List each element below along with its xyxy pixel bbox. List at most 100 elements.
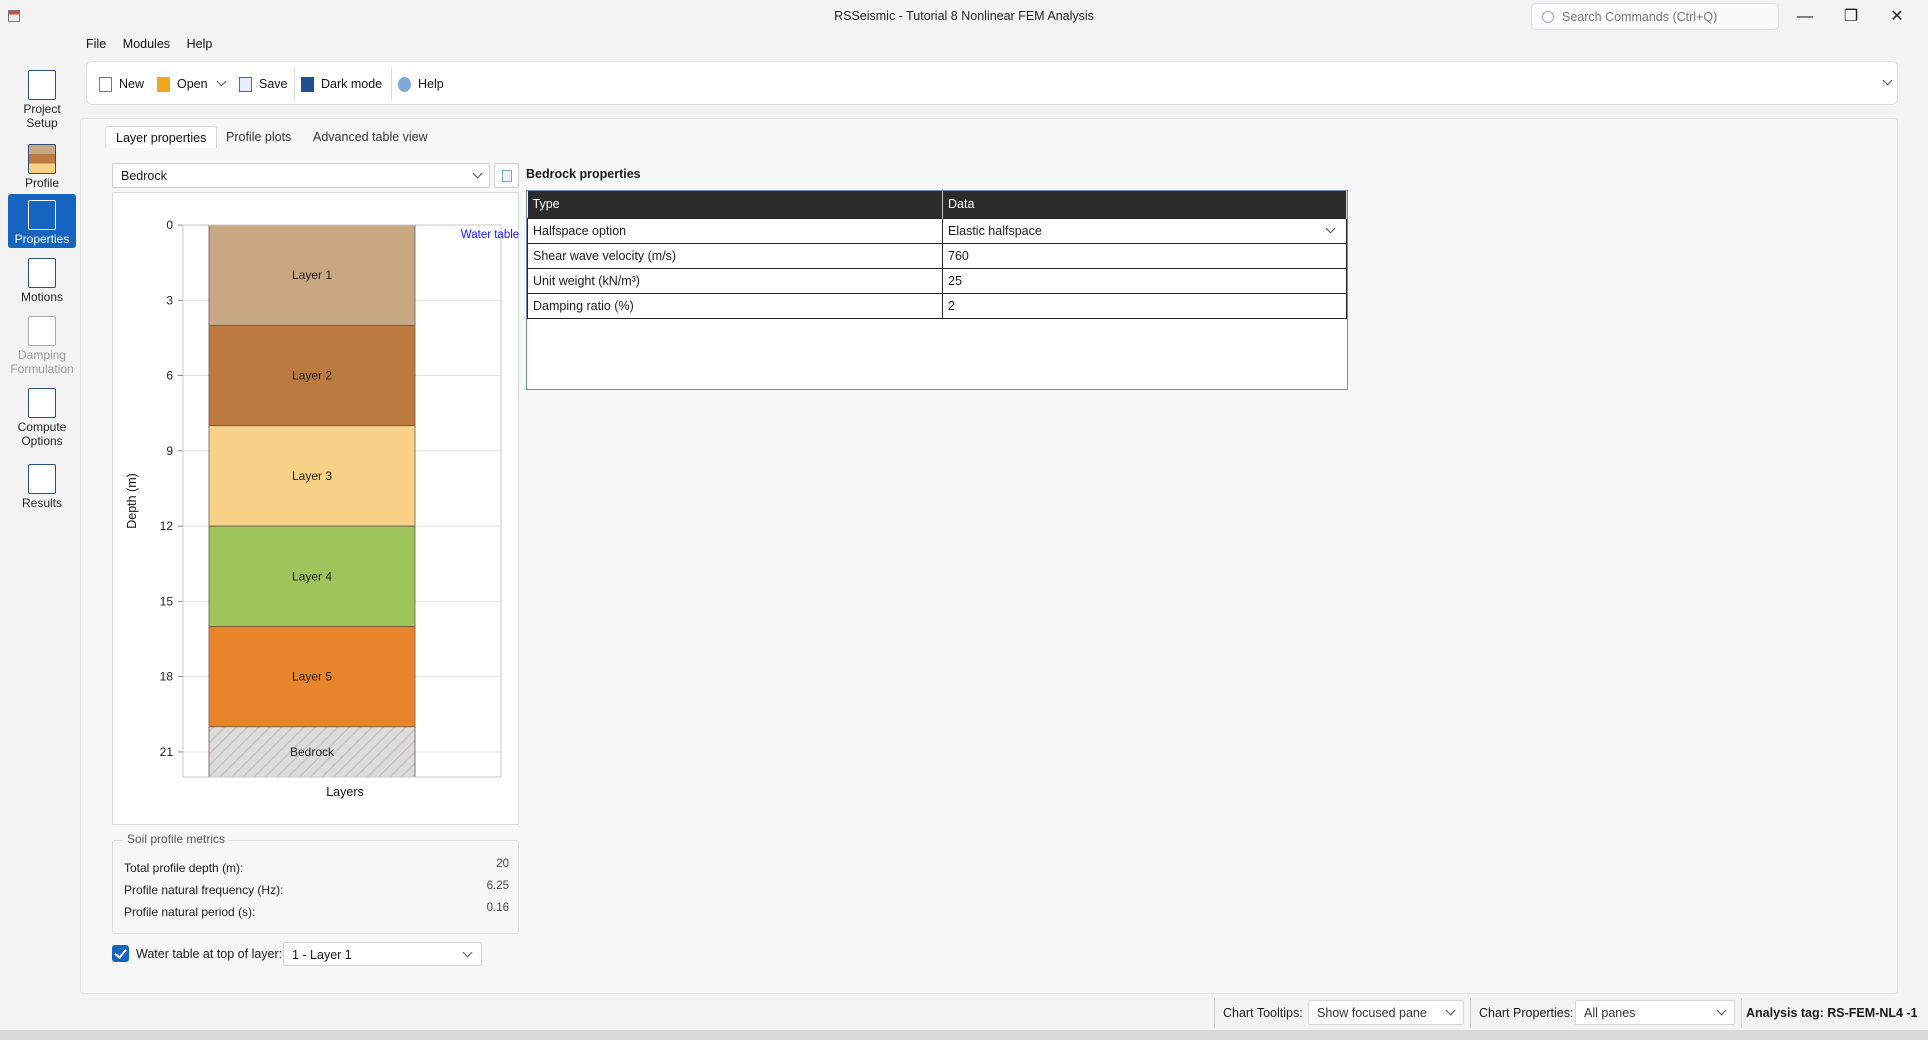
metric-natural-period: Profile natural period (s): 0.16: [124, 902, 509, 919]
chart-tooltips-label: Chart Tooltips:: [1223, 1006, 1303, 1020]
save-button[interactable]: Save: [239, 74, 288, 94]
status-separator: [1214, 998, 1215, 1028]
tab-advanced-table-view[interactable]: Advanced table view: [303, 126, 438, 148]
property-name: Halfspace option: [527, 217, 943, 244]
chevron-down-icon: [1716, 1005, 1727, 1016]
y-tick-label: 12: [160, 519, 174, 533]
results-icon: [28, 464, 56, 494]
y-axis-label: Depth (m): [125, 473, 139, 529]
x-axis-label: Layers: [326, 785, 364, 799]
metric-natural-frequency: Profile natural frequency (Hz): 6.25: [124, 880, 509, 897]
chart-properties-label: Chart Properties:: [1479, 1006, 1574, 1020]
soil-profile-metrics: Soil profile metrics Total profile depth…: [112, 832, 519, 934]
compute-options-icon: [28, 388, 56, 418]
halfspace-option-select[interactable]: Elastic halfspace: [942, 217, 1347, 244]
toolbar-separator: [391, 68, 392, 100]
properties-icon: [28, 200, 56, 230]
property-name: Unit weight (kN/m³): [527, 267, 943, 294]
command-search[interactable]: [1531, 3, 1779, 30]
profile-chart: Layer 1 Layer 2 Layer 3 Layer 4 Layer 5 Bedro…: [112, 192, 519, 825]
y-tick-label: 9: [166, 444, 173, 458]
save-icon: [239, 77, 252, 93]
help-button[interactable]: Help: [398, 74, 444, 94]
analysis-tag: Analysis tag: RS-FEM-NL4 -1: [1746, 1006, 1918, 1020]
status-separator: [1741, 998, 1742, 1028]
menu-modules[interactable]: Modules: [123, 37, 170, 51]
folder-icon: [157, 77, 170, 93]
tab-profile-plots[interactable]: Profile plots: [216, 126, 301, 148]
nav-compute-options[interactable]: Compute Options: [8, 382, 76, 452]
y-tick-label: 18: [160, 670, 174, 684]
metrics-title: Soil profile metrics: [123, 832, 230, 846]
menu-file[interactable]: File: [86, 37, 106, 51]
help-icon: [398, 77, 411, 93]
table-row: Damping ratio (%) 2: [527, 292, 1347, 319]
taskbar-strip: [0, 1030, 1928, 1040]
status-separator: [1470, 998, 1471, 1028]
damping-ratio-field[interactable]: 2: [942, 292, 1347, 319]
status-bar: Chart Tooltips: Show focused pane Chart …: [0, 996, 1928, 1030]
y-tick-label: 6: [166, 369, 173, 383]
table-row: Shear wave velocity (m/s) 760: [527, 242, 1347, 269]
column-header-type: Type: [527, 191, 943, 218]
y-tick-label: 3: [166, 293, 173, 307]
table-row: Halfspace option Elastic halfspace: [527, 217, 1347, 244]
toolbar: New Open Save Dark mode Help: [86, 61, 1898, 105]
layer-select[interactable]: Bedrock: [112, 163, 490, 188]
water-table-label: Water table: [461, 229, 519, 241]
nav-results[interactable]: Results: [8, 458, 76, 514]
layer-label: Layer 4: [292, 569, 332, 583]
layer-label: Layer 5: [292, 670, 332, 684]
title-bar: RSSeismic - Tutorial 8 Nonlinear FEM Ana…: [0, 0, 1928, 34]
chevron-down-icon: [1445, 1005, 1456, 1016]
nav-project-setup[interactable]: Project Setup: [8, 64, 76, 134]
nav-motions[interactable]: Motions: [8, 252, 76, 308]
new-file-icon: [99, 77, 112, 93]
water-table-label-text: Water table at top of layer:: [136, 947, 283, 961]
layer-label: Layer 1: [292, 268, 332, 282]
bedrock-properties-title: Bedrock properties: [526, 167, 641, 181]
module-sidebar: Project Setup Profile Properties Motions…: [6, 60, 78, 1030]
menu-help[interactable]: Help: [187, 37, 213, 51]
dark-mode-button[interactable]: Dark mode: [301, 74, 382, 94]
shear-wave-velocity-field[interactable]: 760: [942, 242, 1347, 269]
menu-bar: File Modules Help: [86, 36, 225, 56]
column-header-data: Data: [942, 191, 1347, 218]
chart-tooltips-select[interactable]: Show focused pane: [1308, 1000, 1464, 1025]
toolbar-separator: [294, 68, 295, 100]
water-table-layer-select[interactable]: 1 - Layer 1: [283, 942, 482, 966]
water-table-checkbox[interactable]: [112, 945, 129, 962]
search-input[interactable]: [1562, 7, 1772, 27]
layer-label: Bedrock: [290, 745, 335, 759]
damping-icon: [28, 316, 56, 346]
chart-properties-select[interactable]: All panes: [1575, 1000, 1735, 1025]
open-button[interactable]: Open: [157, 74, 208, 94]
copy-layer-button[interactable]: [494, 163, 519, 188]
nav-profile[interactable]: Profile: [8, 138, 76, 194]
search-icon: [1542, 11, 1554, 23]
table-row: Unit weight (kN/m³) 25: [527, 267, 1347, 294]
layer-label: Layer 2: [292, 369, 332, 383]
profile-icon: [28, 144, 56, 174]
property-name: Shear wave velocity (m/s): [527, 242, 943, 269]
y-tick-label: 15: [160, 594, 174, 608]
motions-icon: [28, 258, 56, 288]
open-dropdown-chevron-icon[interactable]: [216, 76, 227, 87]
minimize-button[interactable]: —: [1782, 4, 1828, 30]
project-setup-icon: [28, 70, 56, 100]
restore-button[interactable]: ❐: [1828, 4, 1874, 30]
bedrock-properties-table: Type Data Halfspace option Elastic halfs…: [526, 190, 1348, 390]
chevron-down-icon: [472, 168, 483, 179]
unit-weight-field[interactable]: 25: [942, 267, 1347, 294]
profile-chart-svg: Layer 1 Layer 2 Layer 3 Layer 4 Layer 5 Bedro…: [125, 218, 519, 799]
new-button[interactable]: New: [99, 74, 144, 94]
metric-total-depth: Total profile depth (m): 20: [124, 858, 509, 875]
toolbar-collapse-chevron-icon[interactable]: [1882, 75, 1893, 86]
nav-properties[interactable]: Properties: [8, 194, 76, 248]
table-header-row: Type Data: [527, 191, 1347, 218]
close-button[interactable]: ✕: [1874, 4, 1920, 30]
copy-icon: [502, 170, 512, 182]
dark-mode-icon: [301, 77, 314, 93]
tab-layer-properties[interactable]: Layer properties: [105, 126, 218, 148]
nav-damping-formulation[interactable]: Damping Formulation: [8, 310, 76, 380]
